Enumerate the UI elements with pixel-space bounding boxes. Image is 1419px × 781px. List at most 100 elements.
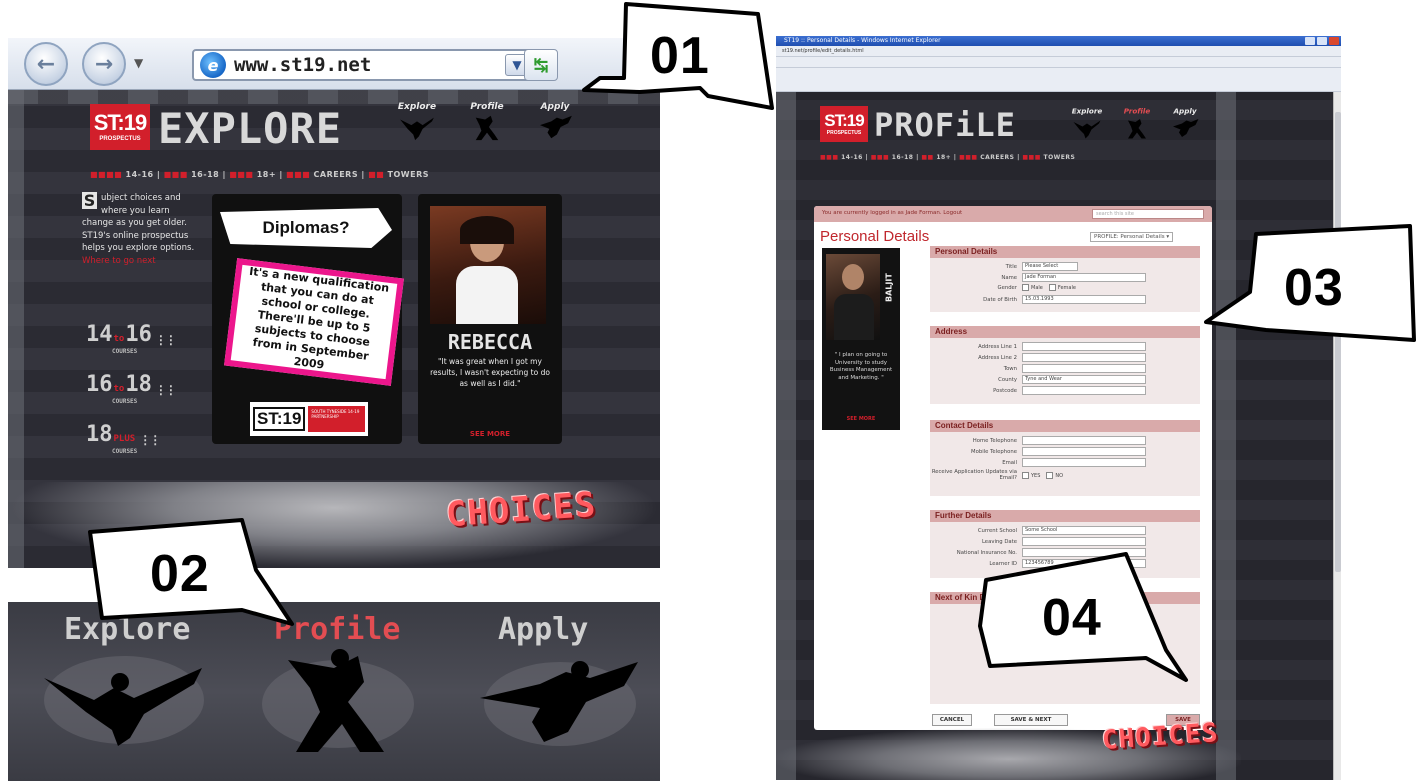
intro-link[interactable]: Where to go next — [82, 256, 156, 266]
address-bar[interactable]: e www.st19.net ▼ — [192, 49, 534, 81]
title-select[interactable]: Please Select — [1022, 262, 1078, 271]
maximize-icon[interactable] — [1317, 37, 1327, 45]
courses-16-18-link[interactable]: 16 to 18 ⋮⋮ COURSES — [86, 372, 177, 405]
address-url: www.st19.net — [234, 54, 372, 76]
course-nav-14-16[interactable]: 14-16 — [126, 170, 154, 179]
site-search-input[interactable]: search this site — [1092, 209, 1204, 219]
field-address-1: Address Line 1 — [930, 342, 1146, 351]
back-button[interactable]: ← — [24, 42, 68, 86]
login-status: You are currently logged in as Jade Form… — [822, 210, 963, 216]
diploma-card[interactable]: Diplomas? It's a new qualification that … — [212, 194, 404, 444]
gender-male-checkbox[interactable]: Male — [1022, 284, 1043, 291]
section-personal-details-body: Title Please Select Name Jade Forman Gende… — [930, 258, 1200, 312]
mobile-telephone-input[interactable] — [1022, 447, 1146, 456]
dob-input[interactable]: 15.03.1993 — [1022, 295, 1146, 304]
profile-section-select[interactable]: PROFILE: Personal Details ▾ — [1090, 232, 1174, 242]
refresh-button[interactable]: ↹ — [524, 49, 558, 81]
callout-01-number: 01 — [650, 27, 710, 85]
county-input[interactable]: Tyne and Wear — [1022, 375, 1146, 384]
callout-02-number: 02 — [150, 545, 210, 603]
course-nav-16-18[interactable]: 16-18 — [892, 154, 914, 161]
callout-01: 01 — [582, 2, 782, 122]
course-nav-14-16[interactable]: 14-16 — [841, 154, 863, 161]
course-nav-18plus[interactable]: 18+ — [936, 154, 951, 161]
st19-logo[interactable]: ST:19 PROSPECTUS — [820, 106, 868, 142]
nav-apply[interactable]: Apply — [534, 102, 576, 142]
field-dob: Date of Birth 15.03.1993 — [930, 295, 1146, 304]
field-postcode: Postcode — [930, 386, 1146, 395]
course-nav-16-18[interactable]: 16-18 — [191, 170, 219, 179]
nav-profile[interactable]: Profile — [1120, 108, 1154, 140]
vertical-scrollbar[interactable] — [1333, 92, 1341, 780]
explore-page: ST:19 PROSPECTUS EXPLORE Explore Profile… — [8, 90, 660, 568]
student-card-rebecca[interactable]: REBECCA "It was great when I got my resu… — [418, 194, 562, 444]
town-input[interactable] — [1022, 364, 1146, 373]
sections-strip: Explore Profile Apply — [8, 602, 660, 781]
current-school-input[interactable]: Some School — [1022, 526, 1146, 535]
student-name: REBECCA — [447, 330, 533, 354]
student-quote: " I plan on going to University to study… — [829, 352, 893, 381]
course-nav-careers[interactable]: CAREERS — [980, 154, 1014, 161]
breakdancer-profile-figure[interactable] — [248, 642, 428, 756]
nav-apply[interactable]: Apply — [1168, 108, 1202, 140]
email-input[interactable] — [1022, 458, 1146, 467]
nav-explore[interactable]: Explore — [1070, 108, 1104, 140]
gender-female-checkbox[interactable]: Female — [1049, 284, 1076, 291]
cancel-button[interactable]: CANCEL — [932, 714, 972, 726]
course-nav-towers[interactable]: TOWERS — [388, 170, 429, 179]
field-mobile-phone: Mobile Telephone — [930, 447, 1146, 456]
course-nav-towers[interactable]: TOWERS — [1043, 154, 1075, 161]
updates-no-checkbox[interactable]: NO — [1046, 472, 1063, 479]
name-input[interactable]: Jade Forman — [1022, 273, 1146, 282]
callout-02: 02 — [88, 514, 296, 626]
callout-04: 04 — [976, 552, 1188, 682]
field-county: County Tyne and Wear — [930, 375, 1146, 384]
forward-button[interactable]: → — [82, 42, 126, 86]
courses-18-plus-link[interactable]: 18 PLUS ⋮⋮ COURSES — [86, 422, 161, 455]
course-nav: ■■■ 14-16 | ■■■ 16-18 | ■■ 18+ | ■■■ CAR… — [820, 154, 1076, 161]
history-dropdown-icon[interactable]: ▼ — [134, 56, 143, 70]
scrollbar-thumb[interactable] — [1335, 112, 1341, 572]
field-address-2: Address Line 2 — [930, 353, 1146, 362]
minimize-icon[interactable] — [1305, 37, 1315, 45]
postcode-input[interactable] — [1022, 386, 1146, 395]
callout-03-number: 03 — [1284, 259, 1344, 317]
close-icon[interactable] — [1329, 37, 1339, 45]
breakdancer-apply-icon — [1173, 119, 1199, 137]
address-line-2-input[interactable] — [1022, 353, 1146, 362]
breakdancer-explore-figure[interactable] — [34, 638, 214, 752]
form-topbar: You are currently logged in as Jade Form… — [814, 206, 1212, 222]
updates-yes-checkbox[interactable]: YES — [1022, 472, 1040, 479]
diploma-text: It's a new qualification that you can do… — [248, 264, 390, 372]
course-nav-careers[interactable]: CAREERS — [314, 170, 359, 179]
browser-toolbar: ← → ▼ e www.st19.net ▼ ↹ — [8, 38, 660, 90]
st19-logo[interactable]: ST:19 PROSPECTUS — [90, 104, 150, 150]
nav-profile[interactable]: Profile — [466, 102, 508, 142]
breakdancer-apply-figure[interactable] — [470, 642, 650, 756]
callout-04-number: 04 — [1042, 589, 1102, 647]
student-photo — [826, 254, 880, 340]
intro-text: S ubject choices and where you learn cha… — [82, 191, 195, 266]
address-bar[interactable]: st19.net/profile/edit_details.html — [776, 46, 1341, 57]
home-telephone-input[interactable] — [1022, 436, 1146, 445]
leaving-date-input[interactable] — [1022, 537, 1146, 546]
diploma-speech-bubble: Diplomas? — [220, 208, 392, 248]
student-quote: "It was great when I got my results, I w… — [430, 357, 550, 388]
diploma-heading: Diplomas? — [262, 218, 350, 237]
see-more-link[interactable]: SEE MORE — [418, 430, 562, 438]
student-name: BALJIT — [884, 273, 894, 303]
save-next-button[interactable]: SAVE & NEXT — [994, 714, 1068, 726]
address-line-1-input[interactable] — [1022, 342, 1146, 351]
nav-explore[interactable]: Explore — [396, 102, 438, 142]
field-current-school: Current School Some School — [930, 526, 1146, 535]
page-heading: PROFiLE — [874, 106, 1016, 144]
courses-14-16-link[interactable]: 14 to 16 ⋮⋮ COURSES — [86, 322, 177, 355]
field-title: Title Please Select — [930, 262, 1078, 271]
brick-wall-left — [776, 92, 796, 780]
course-nav-18plus[interactable]: 18+ — [257, 170, 276, 179]
see-more-link[interactable]: SEE MORE — [822, 416, 900, 422]
field-gender: Gender Male Female — [997, 284, 1076, 292]
page-heading: EXPLORE — [158, 104, 343, 153]
explore-browser-window: ← → ▼ e www.st19.net ▼ ↹ ST:19 PROSPECTU… — [8, 38, 660, 568]
student-card-baljit[interactable]: BALJIT " I plan on going to University t… — [822, 248, 900, 430]
